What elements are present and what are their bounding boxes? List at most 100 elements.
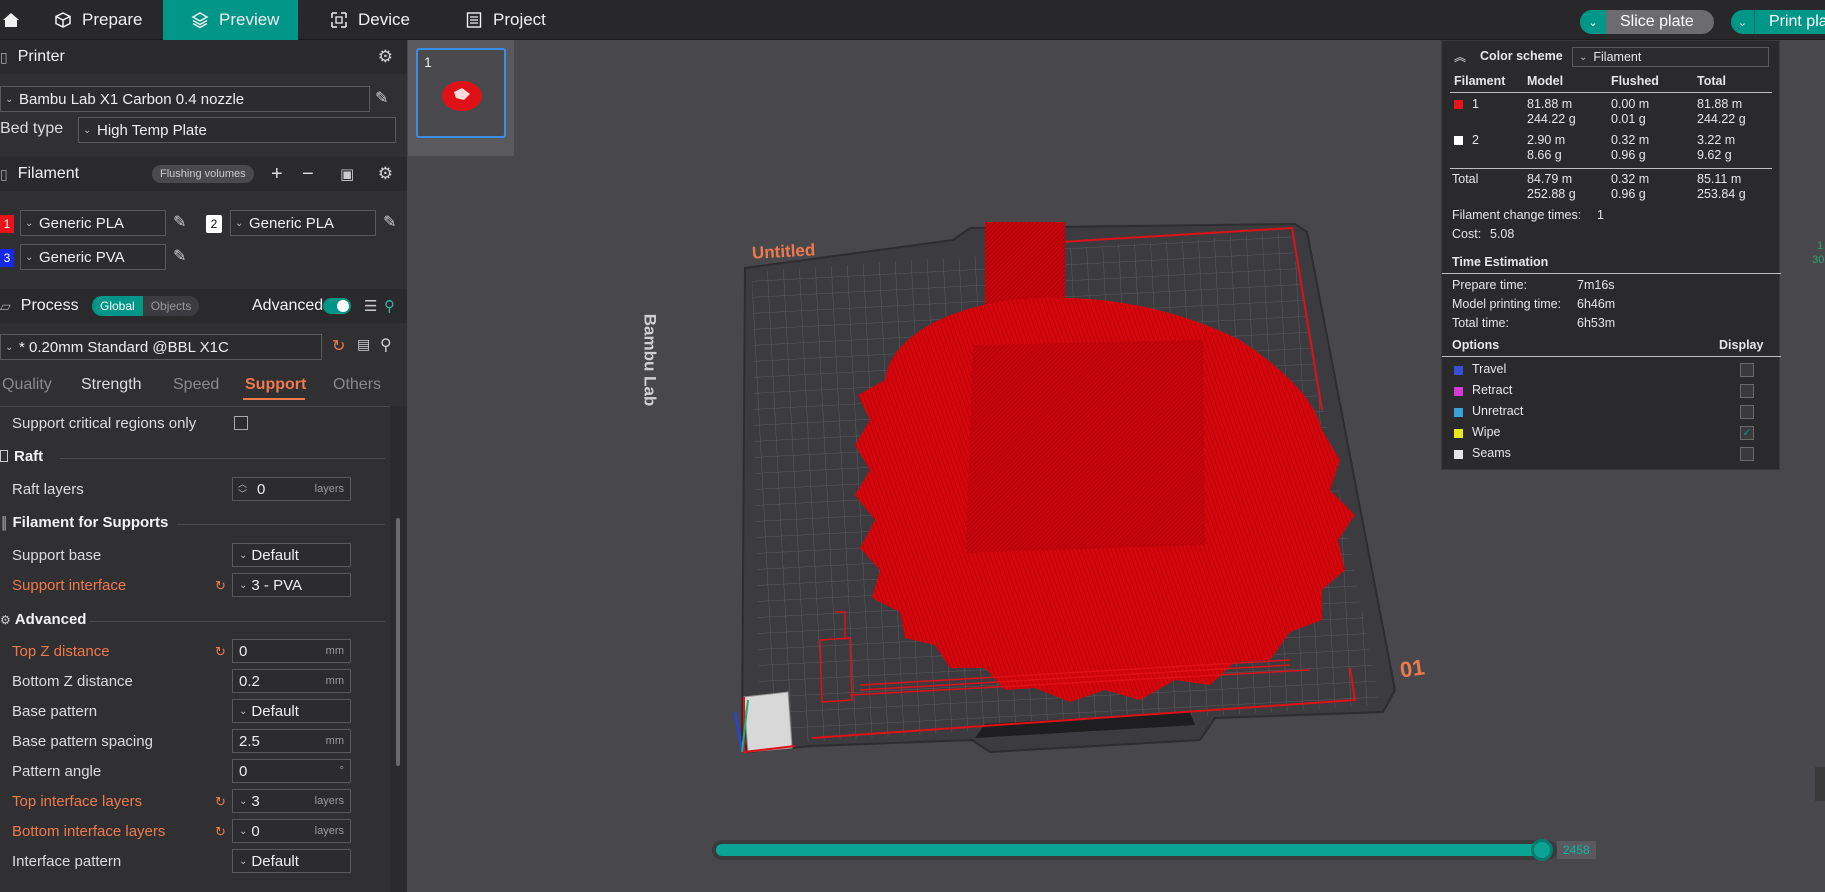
home-button[interactable] xyxy=(0,0,22,40)
right-edge-label: 1 xyxy=(1817,240,1824,252)
top-z-input[interactable]: 0 mm xyxy=(232,639,351,663)
base-spacing-input[interactable]: 2.5 mm xyxy=(232,729,351,753)
device-icon xyxy=(331,12,347,28)
model-time-label: Model printing time: xyxy=(1452,297,1562,311)
gear-icon[interactable]: ⚙ xyxy=(378,164,393,184)
edit-icon[interactable]: ✎ xyxy=(173,246,186,266)
bottom-z-unit: mm xyxy=(325,675,344,687)
printer-name: Bambu Lab X1 Carbon 0.4 nozzle xyxy=(19,90,245,108)
base-pattern-value: Default xyxy=(251,702,299,720)
seams-checkbox[interactable] xyxy=(1740,447,1754,461)
revert-icon[interactable]: ↻ xyxy=(215,644,226,660)
tab-device[interactable]: Device xyxy=(330,0,440,40)
revert-icon[interactable]: ↻ xyxy=(332,336,345,356)
support-interface-select[interactable]: ⌄ 3 - PVA xyxy=(232,573,351,597)
color-scheme-select[interactable]: ⌄ Filament xyxy=(1572,47,1769,67)
revert-icon[interactable]: ↻ xyxy=(215,794,226,810)
wipe-checkbox[interactable]: ✓ xyxy=(1740,426,1754,440)
process-icon: ▱ xyxy=(0,297,11,314)
bed-brand: Bambu Lab xyxy=(640,313,660,407)
sync-icon[interactable]: ▣ xyxy=(340,165,354,183)
divider xyxy=(60,458,385,459)
bottom-z-input[interactable]: 0.2 mm xyxy=(232,669,351,693)
interface-pattern-label: Interface pattern xyxy=(12,853,122,870)
row-1-flushed-g: 0.01 g xyxy=(1611,112,1646,126)
collapse-icon[interactable]: ︽ xyxy=(1454,48,1466,65)
filament-1-select[interactable]: ⌄ Generic PLA xyxy=(20,210,166,236)
tab-project[interactable]: Project xyxy=(465,0,575,40)
print-plate-button[interactable]: ⌄ Print plate xyxy=(1731,10,1825,34)
compare-icon[interactable]: ⚲ xyxy=(384,297,395,315)
save-icon[interactable]: ▤ xyxy=(357,336,370,353)
spinner-arrows-icon[interactable]: ︿ ﹀ xyxy=(238,479,247,499)
advanced-toggle[interactable] xyxy=(323,298,351,314)
support-interface-value: 3 - PVA xyxy=(251,576,302,594)
edit-icon[interactable]: ✎ xyxy=(375,88,388,108)
right-edge-label-2: 30 xyxy=(1812,254,1825,266)
tab-prepare[interactable]: Prepare xyxy=(54,0,164,40)
tab-quality[interactable]: Quality xyxy=(2,376,52,394)
top-interface-layers-value: 3 xyxy=(251,792,260,810)
gear-icon[interactable]: ⚙ xyxy=(378,47,393,67)
base-pattern-label: Base pattern xyxy=(12,703,98,720)
edit-icon[interactable]: ✎ xyxy=(173,212,186,232)
filament-3-select[interactable]: ⌄ Generic PVA xyxy=(20,244,166,270)
tab-preview[interactable]: Preview xyxy=(163,0,298,40)
global-objects-toggle[interactable]: Global Objects xyxy=(92,296,200,316)
color-scheme-value: Filament xyxy=(1593,50,1642,64)
objects-option[interactable]: Objects xyxy=(143,296,200,316)
base-spacing-label: Base pattern spacing xyxy=(12,733,153,750)
scrollbar-thumb[interactable] xyxy=(396,518,400,766)
tab-speed[interactable]: Speed xyxy=(173,376,219,394)
layer-slider-track[interactable] xyxy=(712,839,1557,861)
chevron-down-icon[interactable]: ⌄ xyxy=(1731,10,1755,34)
flushing-volumes-button[interactable]: Flushing volumes xyxy=(152,165,254,183)
printer-select[interactable]: ⌄ Bambu Lab X1 Carbon 0.4 nozzle xyxy=(0,86,370,112)
unretract-checkbox[interactable] xyxy=(1740,405,1754,419)
filament-2-select[interactable]: ⌄ Generic PLA xyxy=(230,210,376,236)
bottom-z-label: Bottom Z distance xyxy=(12,673,133,690)
slice-plate-label: Slice plate xyxy=(1620,13,1694,30)
divider xyxy=(90,621,385,622)
top-interface-layers-select[interactable]: ⌄ 3 layers xyxy=(232,789,351,813)
settings-sidebar: ▯ Printer ⚙ ⌄ Bambu Lab X1 Carbon 0.4 no… xyxy=(0,40,407,892)
plate-thumbnail[interactable]: 1 xyxy=(416,48,506,138)
process-section-header: ▱ Process Global Objects Advanced ☰ ⚲ xyxy=(0,289,407,323)
layer-slider-handle[interactable] xyxy=(1531,839,1553,861)
tab-strength[interactable]: Strength xyxy=(81,376,141,394)
remove-filament-button[interactable]: − xyxy=(302,163,314,186)
top-z-unit: mm xyxy=(325,645,344,657)
raft-layers-input[interactable]: ︿ ﹀ 0 layers xyxy=(232,477,351,501)
retract-checkbox[interactable] xyxy=(1740,384,1754,398)
interface-pattern-select[interactable]: ⌄ Default xyxy=(232,849,351,873)
total-total-m: 85.11 m xyxy=(1697,172,1742,186)
settings-scrollbar[interactable] xyxy=(390,406,407,892)
bed-type-select[interactable]: ⌄ High Temp Plate xyxy=(78,117,396,143)
tab-others[interactable]: Others xyxy=(333,376,381,394)
search-icon[interactable]: ⚲ xyxy=(380,335,392,355)
revert-icon[interactable]: ↻ xyxy=(215,824,226,840)
edit-icon[interactable]: ✎ xyxy=(383,212,396,232)
pattern-angle-input[interactable]: 0 ° xyxy=(232,759,351,783)
chevron-down-icon[interactable]: ⌄ xyxy=(1580,10,1606,34)
slice-plate-button[interactable]: ⌄ Slice plate xyxy=(1580,10,1714,34)
travel-checkbox[interactable] xyxy=(1740,363,1754,377)
global-option[interactable]: Global xyxy=(92,296,143,316)
raft-layers-label: Raft layers xyxy=(12,481,84,498)
process-preset-select[interactable]: ⌄ * 0.20mm Standard @BBL X1C xyxy=(0,334,322,360)
tab-support[interactable]: Support xyxy=(245,376,306,394)
top-interface-layers-unit: layers xyxy=(314,795,344,807)
list-icon[interactable]: ☰ xyxy=(364,297,377,315)
support-critical-checkbox[interactable] xyxy=(234,416,248,430)
row-2-total-m: 3.22 m xyxy=(1697,133,1736,147)
filament-icon: ▯ xyxy=(0,165,8,182)
chevron-down-icon: ⌄ xyxy=(5,342,14,353)
total-time-label: Total time: xyxy=(1452,316,1509,330)
bottom-interface-layers-select[interactable]: ⌄ 0 layers xyxy=(232,819,351,843)
chevron-down-icon: ⌄ xyxy=(239,579,248,591)
printer-section-header: ▯ Printer ⚙ xyxy=(0,40,407,74)
base-pattern-select[interactable]: ⌄ Default xyxy=(232,699,351,723)
support-base-select[interactable]: ⌄ Default xyxy=(232,543,351,567)
revert-icon[interactable]: ↻ xyxy=(215,578,226,594)
add-filament-button[interactable]: + xyxy=(271,163,283,186)
